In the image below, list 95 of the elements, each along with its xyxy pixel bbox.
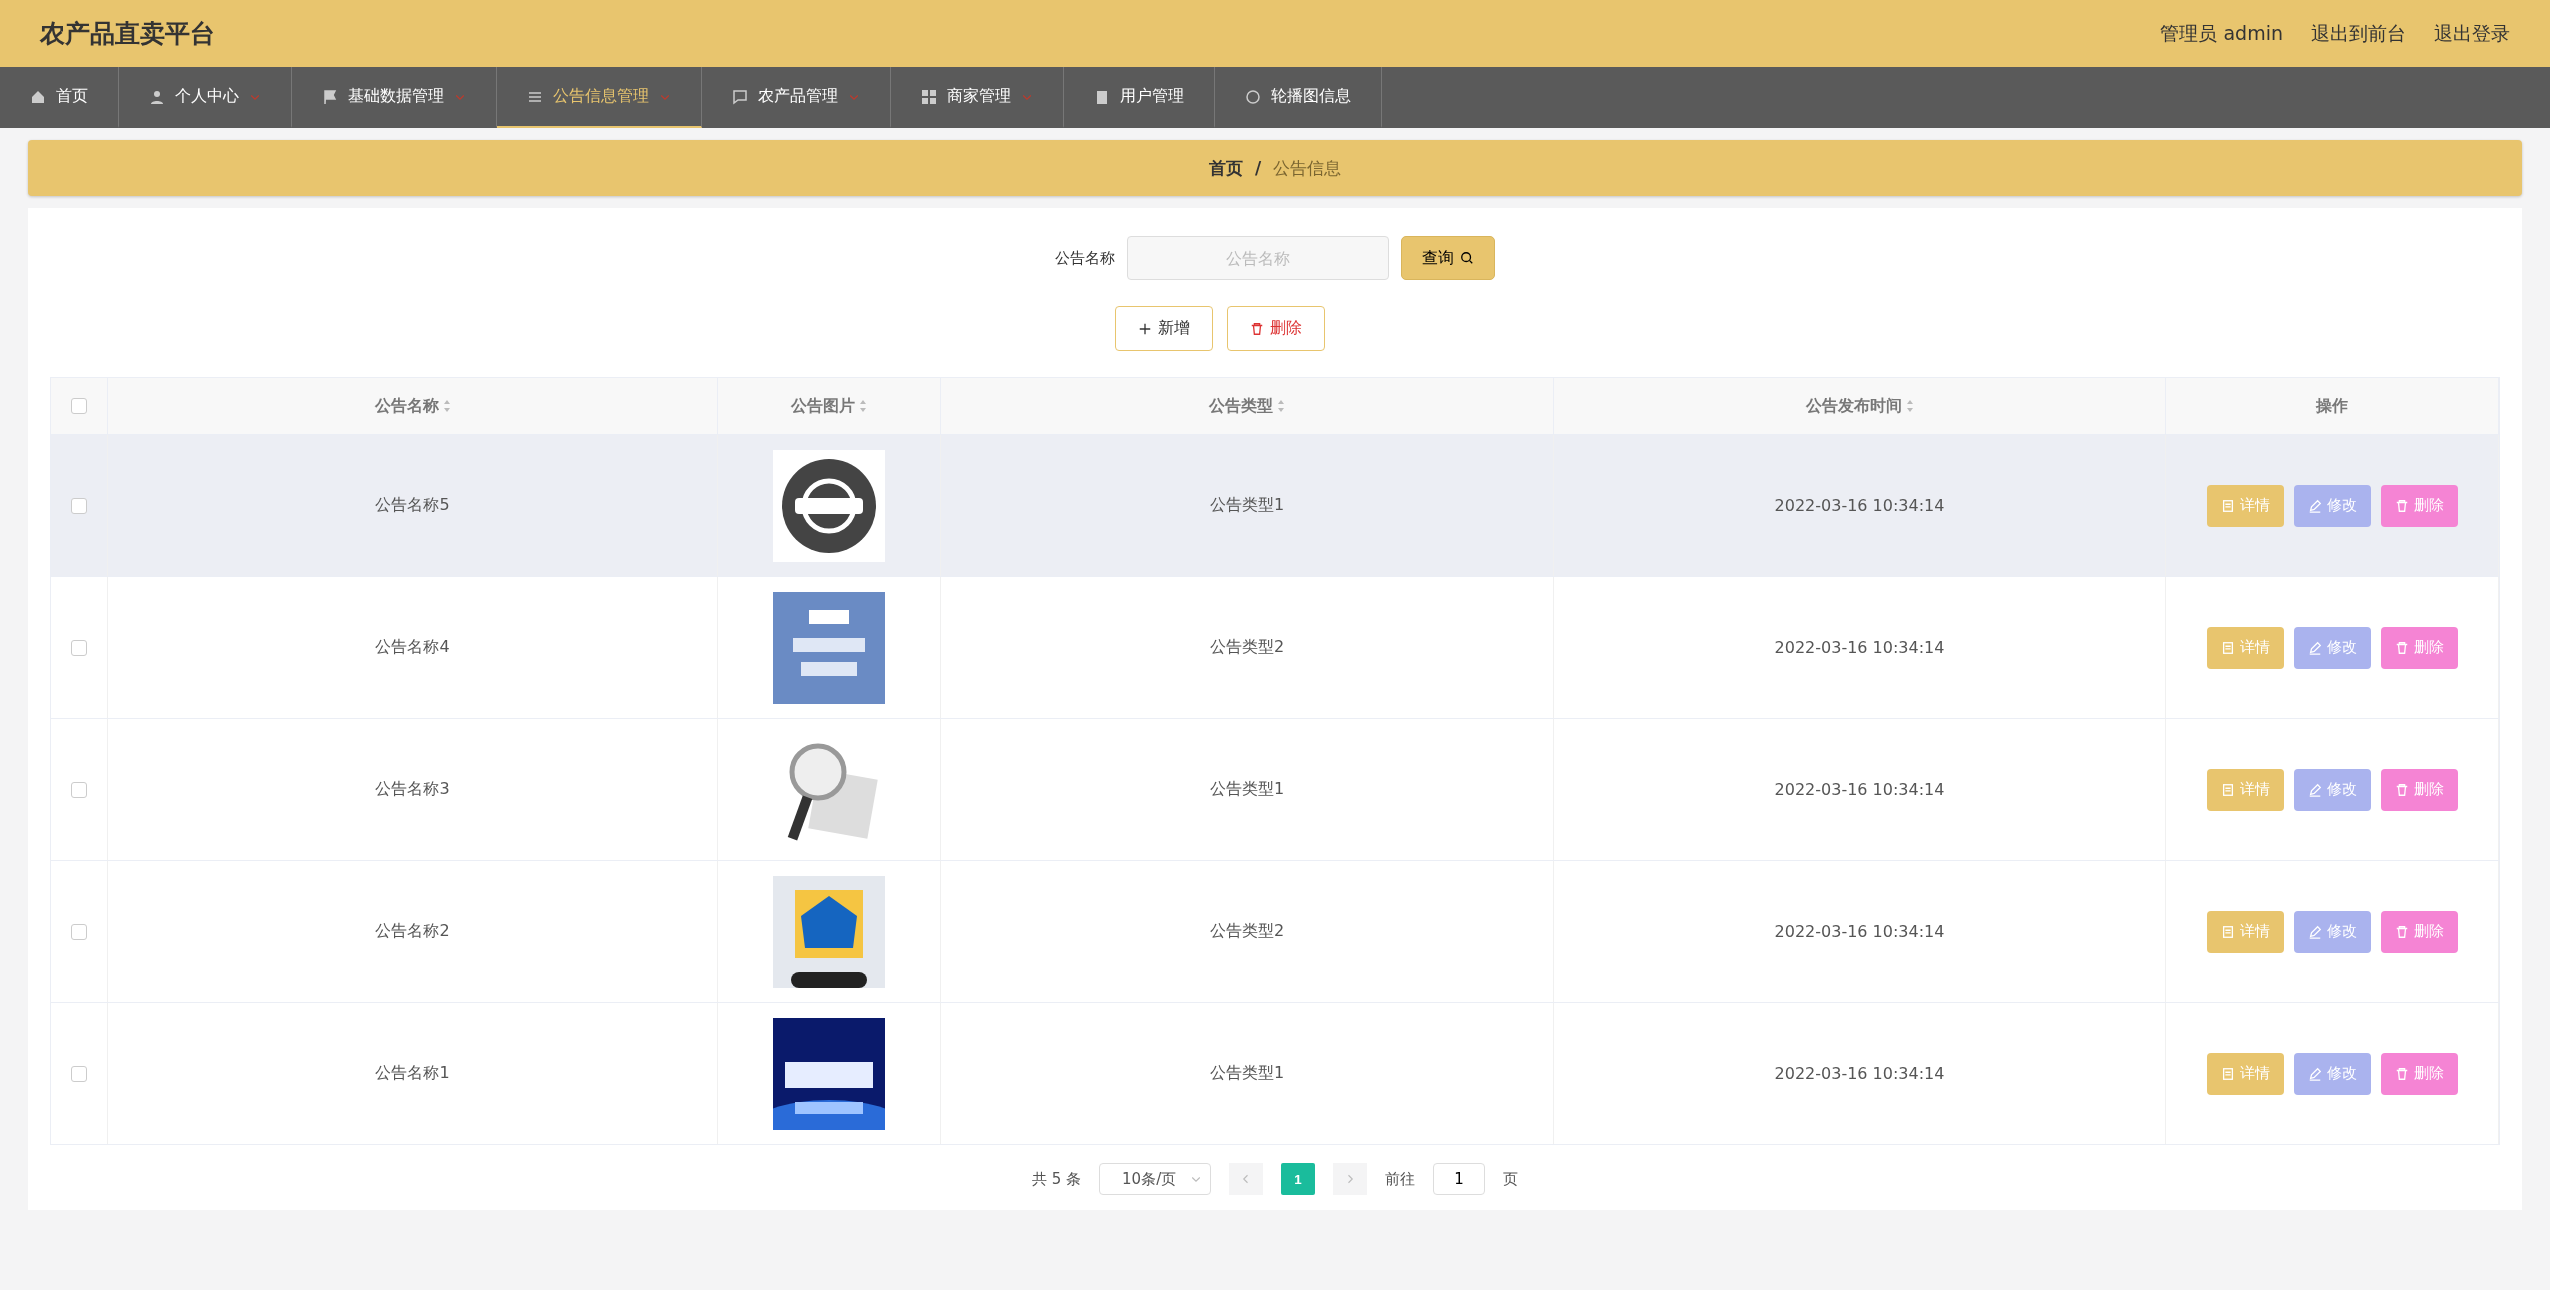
grid-icon <box>921 88 937 105</box>
trash-icon <box>2394 498 2409 513</box>
table-cell: 公告名称3 <box>375 779 450 800</box>
nav-tab[interactable]: 轮播图信息 <box>1215 67 1382 128</box>
column-title: 公告发布时间 <box>1805 395 1902 417</box>
column-title: 操作 <box>2316 395 2348 417</box>
pen-icon <box>2307 1066 2322 1081</box>
column-title: 公告名称 <box>374 395 439 417</box>
search-button[interactable]: 查询 <box>1401 236 1495 280</box>
nav-tab[interactable]: 用户管理 <box>1064 67 1215 128</box>
table-cell: 2022-03-16 10:34:14 <box>1774 496 1945 515</box>
row-checkbox[interactable] <box>71 497 87 514</box>
trash-icon <box>2394 640 2409 655</box>
table-cell: 公告类型2 <box>1209 637 1285 658</box>
nav-label: 商家管理 <box>947 86 1011 107</box>
table-cell: 公告类型1 <box>1209 1063 1285 1084</box>
sort-icon[interactable] <box>442 399 451 413</box>
table-cell: 2022-03-16 10:34:14 <box>1774 922 1945 941</box>
row-checkbox[interactable] <box>71 923 87 940</box>
circle-icon <box>1245 88 1261 105</box>
pen-icon <box>2307 498 2322 513</box>
nav-tab[interactable]: 公告信息管理 <box>497 67 702 128</box>
goto-label: 前往 <box>1385 1169 1416 1189</box>
document-icon <box>2220 1066 2235 1081</box>
page-number[interactable]: 1 <box>1281 1163 1316 1195</box>
user-name: 管理员 admin <box>2160 20 2283 46</box>
nav-label: 公告信息管理 <box>553 86 649 107</box>
home-icon <box>30 88 46 105</box>
field-label: 公告名称 <box>1055 248 1115 268</box>
breadcrumb-item: 公告信息 <box>1273 156 1342 180</box>
nav-tab[interactable]: 商家管理 <box>891 67 1064 128</box>
row-checkbox[interactable] <box>71 781 87 798</box>
select-all-checkbox[interactable] <box>71 398 87 414</box>
table-cell: 2022-03-16 10:34:14 <box>1774 1064 1945 1083</box>
row-action-button[interactable]: 删除 <box>2380 626 2458 669</box>
table-cell: 公告名称4 <box>375 637 450 658</box>
nav-tab[interactable]: 首页 <box>0 67 119 128</box>
total-count: 共 5 条 <box>1031 1169 1082 1189</box>
search-icon <box>1460 251 1474 265</box>
trash-icon <box>2394 782 2409 797</box>
breadcrumb-item[interactable]: 首页 <box>1208 156 1243 180</box>
nav-label: 用户管理 <box>1120 86 1184 107</box>
app-title: 农产品直卖平台 <box>40 18 215 50</box>
nav-label: 基础数据管理 <box>348 86 444 107</box>
header-link[interactable]: 退出到前台 <box>2311 20 2406 47</box>
page-size-select[interactable]: 10条/页 <box>1099 1163 1212 1195</box>
column-title: 公告类型 <box>1209 395 1273 417</box>
sort-icon[interactable] <box>1905 399 1914 413</box>
trash-icon <box>1250 321 1264 336</box>
row-action-button[interactable]: 删除 <box>2380 1052 2458 1095</box>
table-cell: 公告类型2 <box>1209 921 1285 942</box>
nav-label: 轮播图信息 <box>1271 86 1351 107</box>
breadcrumb-item: / <box>1254 158 1262 178</box>
table-cell: 公告类型1 <box>1209 779 1285 800</box>
search-field[interactable]: 公告名称 <box>1127 236 1389 280</box>
table-cell: 2022-03-16 10:34:14 <box>1774 780 1945 799</box>
table-cell: 公告类型1 <box>1209 495 1285 516</box>
row-action-button[interactable]: 删除 <box>2380 484 2458 527</box>
nav-label: 农产品管理 <box>758 86 838 107</box>
chat-icon <box>732 88 748 105</box>
user-icon <box>149 88 165 105</box>
row-action-button[interactable]: 删除 <box>2380 910 2458 953</box>
table-cell: 公告名称5 <box>375 495 450 516</box>
page-input[interactable]: 1 <box>1433 1163 1486 1195</box>
sort-icon[interactable] <box>1277 399 1285 413</box>
document-icon <box>2220 924 2235 939</box>
column-title: 公告图片 <box>791 395 855 417</box>
row-action-button[interactable]: 删除 <box>2380 768 2458 811</box>
row-checkbox[interactable] <box>71 639 87 656</box>
pen-icon <box>2307 924 2322 939</box>
page-suffix: 页 <box>1503 1169 1519 1189</box>
nav-label: 首页 <box>56 86 88 107</box>
table-cell: 公告名称1 <box>375 1063 450 1084</box>
nav-label: 个人中心 <box>175 86 239 107</box>
row-checkbox[interactable] <box>71 1065 87 1082</box>
trash-icon <box>2394 924 2409 939</box>
document-icon <box>2220 498 2235 513</box>
header-link[interactable]: 退出登录 <box>2434 20 2510 47</box>
sort-icon[interactable] <box>859 399 867 413</box>
prev-page-button[interactable] <box>1229 1163 1264 1195</box>
pen-icon <box>2307 782 2322 797</box>
flag-icon <box>322 88 338 105</box>
add-button[interactable]: 新增 <box>1115 306 1213 351</box>
document-icon <box>2220 640 2235 655</box>
table-cell: 2022-03-16 10:34:14 <box>1774 638 1945 657</box>
plus-icon <box>1138 321 1152 336</box>
nav-tab[interactable]: 基础数据管理 <box>292 67 497 128</box>
trash-icon <box>2394 1066 2409 1081</box>
table-cell: 公告名称2 <box>375 921 450 942</box>
pen-icon <box>2307 640 2322 655</box>
delete-button[interactable]: 删除 <box>1227 306 1325 351</box>
next-page-button[interactable] <box>1333 1163 1368 1195</box>
nav-tab[interactable]: 农产品管理 <box>702 67 891 128</box>
document-icon <box>2220 782 2235 797</box>
nav-tab[interactable]: 个人中心 <box>119 67 292 128</box>
